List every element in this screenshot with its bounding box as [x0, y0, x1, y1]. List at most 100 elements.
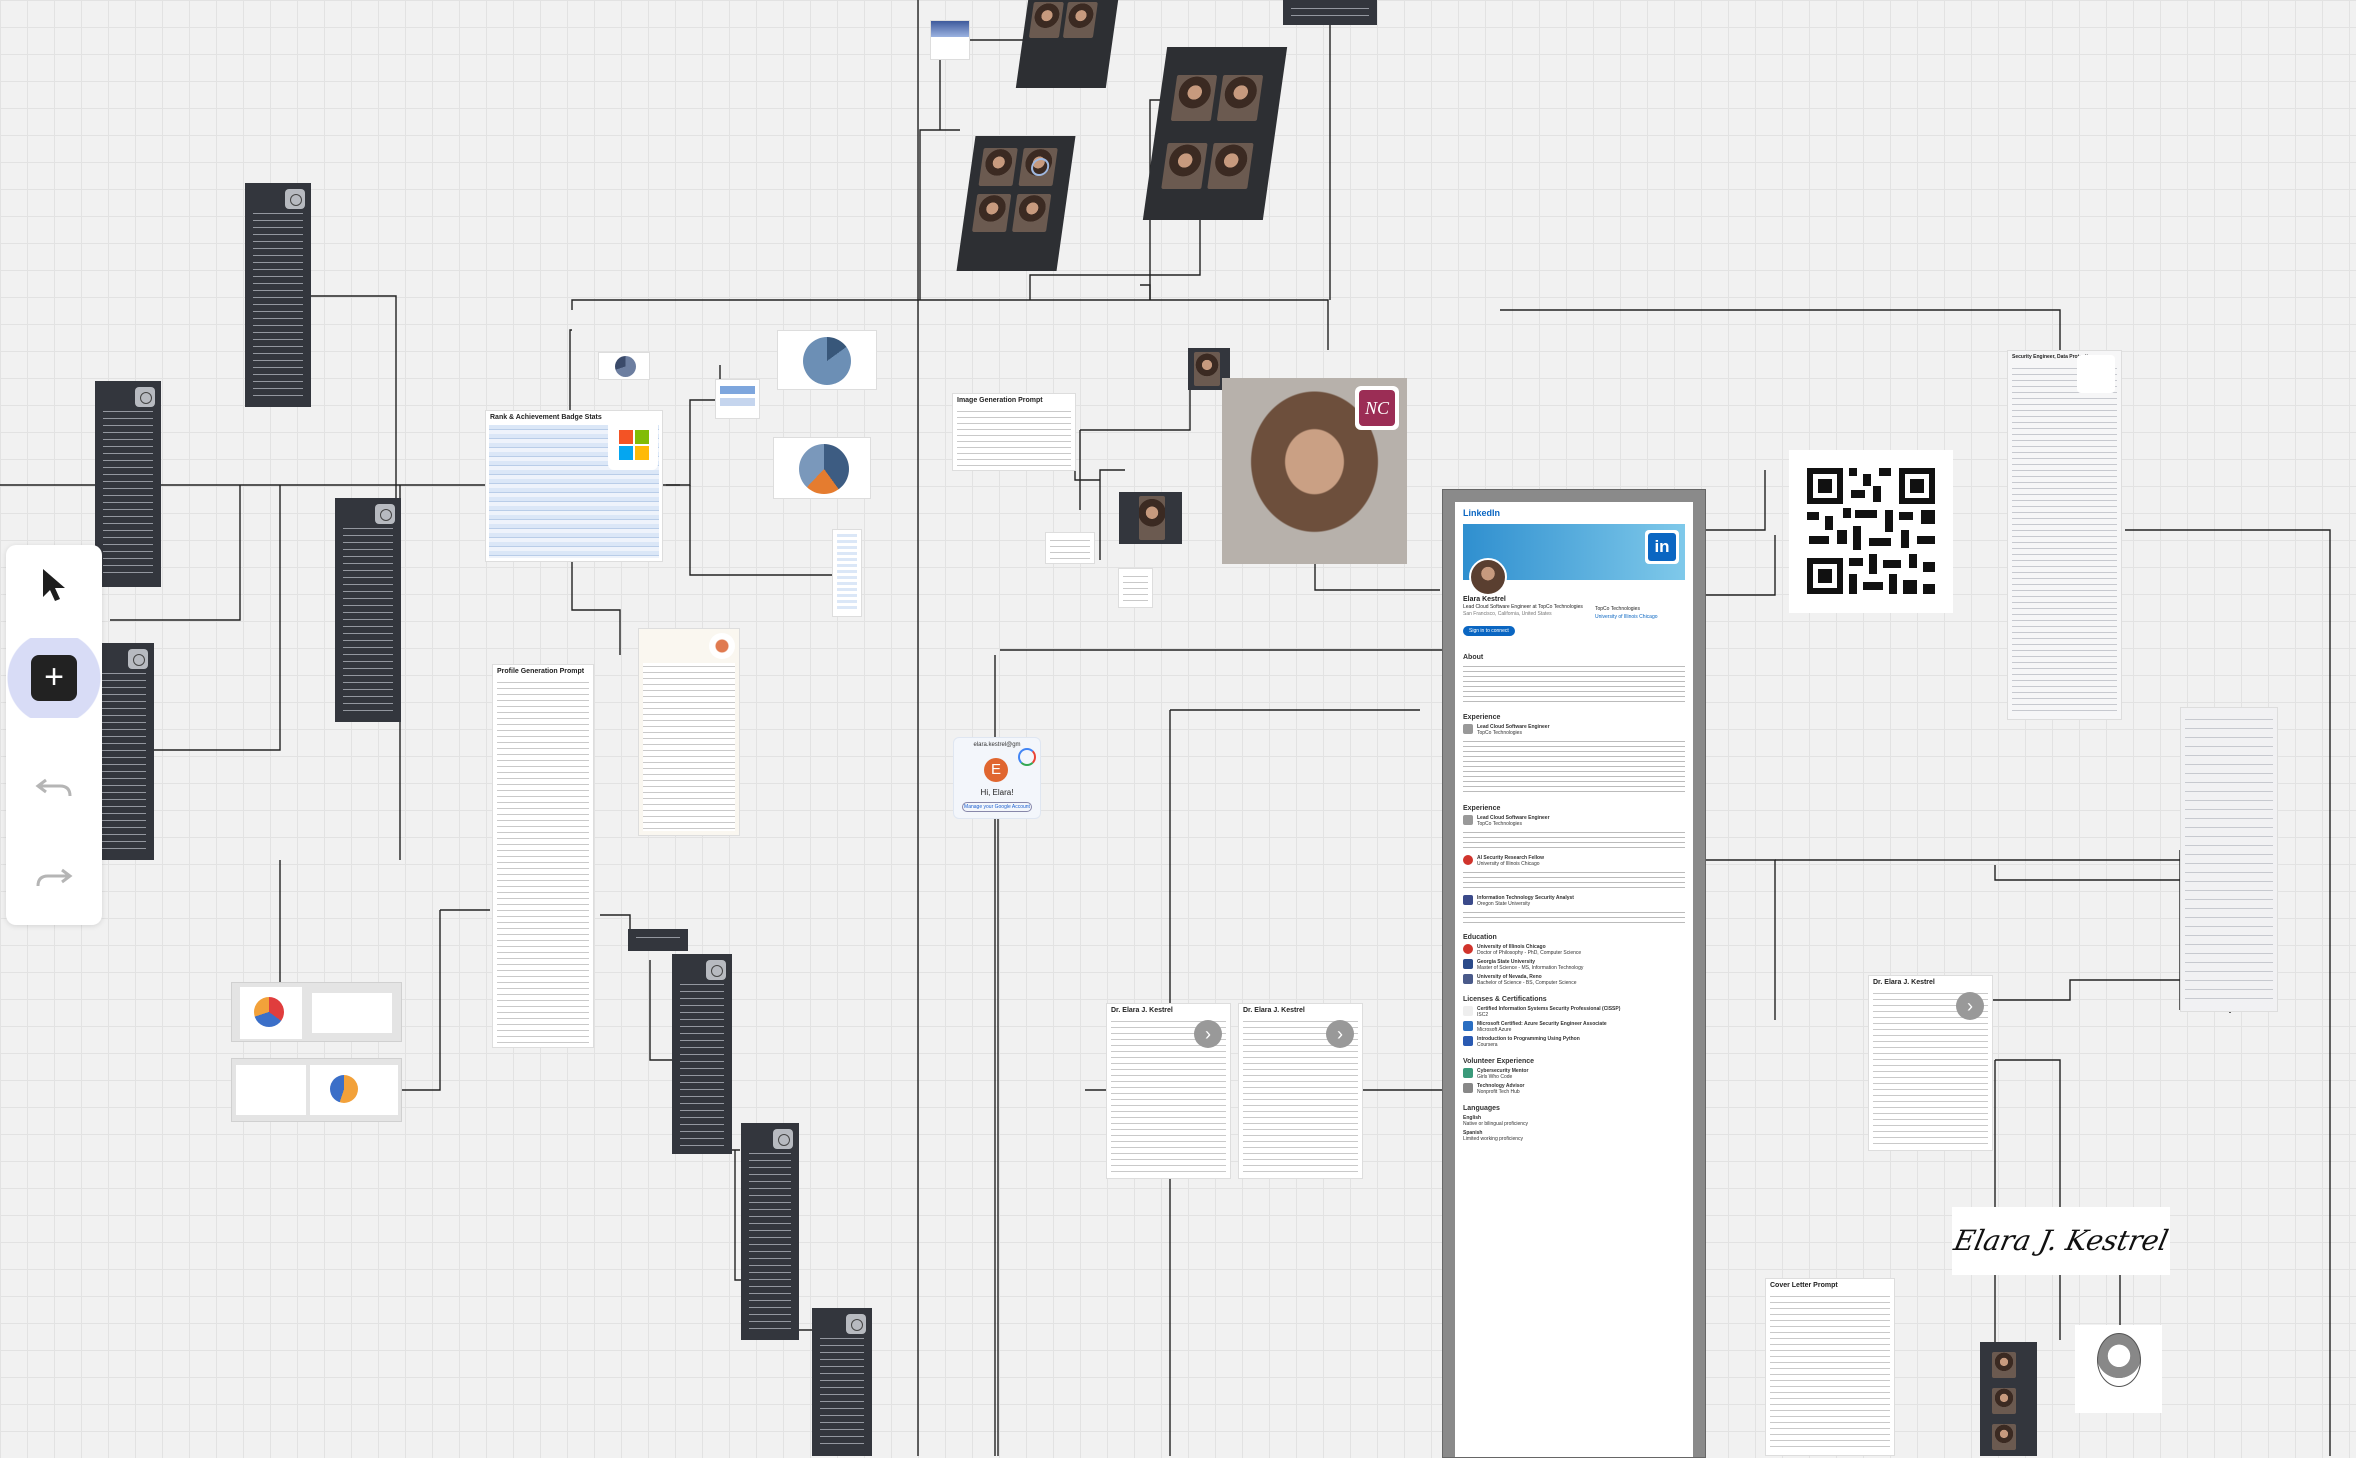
- openai-icon: [773, 1129, 793, 1149]
- manage-account-button[interactable]: Manage your Google Account: [962, 802, 1032, 812]
- form-doc-node[interactable]: [2180, 707, 2278, 1012]
- education-item: University of Nevada, Reno Bachelor of Sc…: [1463, 974, 1685, 986]
- signature-node[interactable]: Elara J. Kestrel: [1952, 1207, 2170, 1275]
- dark-code-node[interactable]: [672, 954, 732, 1154]
- google-g-icon: [1018, 748, 1036, 766]
- cover-letter-prompt-node[interactable]: Cover Letter Prompt: [1765, 1278, 1895, 1456]
- profile-prompt-node[interactable]: Profile Generation Prompt: [492, 664, 594, 1048]
- canvas-toolbar: +: [6, 545, 102, 925]
- redo-icon: [36, 868, 73, 887]
- openai-icon: [285, 189, 305, 209]
- dark-code-node[interactable]: [335, 498, 401, 722]
- add-node-button[interactable]: +: [6, 638, 102, 718]
- profile-name: Elara Kestrel: [1463, 596, 1506, 603]
- connect-button[interactable]: Sign in to connect: [1463, 626, 1515, 636]
- experience-item: Lead Cloud Software Engineer TopCo Techno…: [1463, 724, 1685, 736]
- pie-chart-node[interactable]: [598, 352, 650, 380]
- next-arrow-icon[interactable]: ›: [1326, 1020, 1354, 1048]
- experience-heading: Experience: [1463, 714, 1501, 721]
- small-note-node[interactable]: [1045, 532, 1095, 564]
- select-tool-button[interactable]: [6, 545, 102, 625]
- experience-heading: Experience: [1463, 805, 1501, 812]
- claude-icon: [709, 633, 735, 659]
- undo-button[interactable]: [6, 747, 102, 827]
- portrait-grid-node[interactable]: [956, 136, 1076, 271]
- next-arrow-icon[interactable]: ›: [1956, 992, 1984, 1020]
- profile-employer: TopCo Technologies: [1595, 606, 1640, 612]
- nc-logo-text: NC: [1359, 390, 1395, 426]
- linkedin-wordmark: LinkedIn: [1463, 508, 1501, 518]
- languages-heading: Languages: [1463, 1105, 1500, 1112]
- plus-icon: +: [31, 655, 77, 701]
- dark-code-node[interactable]: [1283, 0, 1377, 25]
- portrait-thumb-strip[interactable]: [1980, 1342, 2037, 1456]
- license-item: Introduction to Programming Using Python…: [1463, 1036, 1685, 1048]
- language-item: Spanish Limited working proficiency: [1463, 1130, 1524, 1142]
- stats-table-node[interactable]: Rank & Achievement Badge Stats: [485, 410, 663, 562]
- linkedin-logo-icon: in: [1645, 530, 1679, 564]
- dark-code-node[interactable]: [245, 183, 311, 407]
- openai-icon: [128, 649, 148, 669]
- nc-logo-icon: NC: [1355, 386, 1399, 430]
- openai-icon: [375, 504, 395, 524]
- openai-icon: [846, 1314, 866, 1334]
- dark-code-node[interactable]: [812, 1308, 872, 1456]
- google-avatar: E: [984, 758, 1008, 782]
- pie-chart-node[interactable]: [773, 437, 871, 499]
- node-title: Profile Generation Prompt: [497, 668, 585, 675]
- redo-button[interactable]: [6, 837, 102, 917]
- openai-icon: [135, 387, 155, 407]
- signature-image: Elara J. Kestrel: [1952, 1224, 2170, 1257]
- qr-code-icon: [1807, 468, 1935, 594]
- portrait-thumb[interactable]: [1119, 492, 1182, 544]
- next-arrow-icon[interactable]: ›: [1194, 1020, 1222, 1048]
- avatar-sketch-node[interactable]: [2075, 1325, 2162, 1413]
- education-heading: Education: [1463, 934, 1497, 941]
- volunteer-item: Technology Advisor Nonprofit Tech Hub: [1463, 1083, 1685, 1095]
- profile-photo-node[interactable]: NC: [1222, 378, 1407, 564]
- dark-code-node[interactable]: [95, 381, 161, 587]
- google-greeting: Hi, Elara!: [980, 788, 1014, 797]
- resume-card[interactable]: Dr. Elara J. Kestrel ›: [1238, 1003, 1363, 1179]
- profile-headline: Lead Cloud Software Engineer at TopCo Te…: [1463, 604, 1583, 610]
- resume-card[interactable]: Dr. Elara J. Kestrel ›: [1868, 975, 1993, 1151]
- about-heading: About: [1463, 654, 1484, 661]
- resume-name: Dr. Elara J. Kestrel: [1873, 979, 1935, 986]
- chart-panel[interactable]: [231, 982, 402, 1042]
- experience-item: Information Technology Security Analyst O…: [1463, 895, 1685, 907]
- openai-icon: [706, 960, 726, 980]
- image-prompt-node[interactable]: Image Generation Prompt: [952, 393, 1076, 471]
- resume-name: Dr. Elara J. Kestrel: [1111, 1007, 1173, 1014]
- small-note-node[interactable]: [1118, 568, 1153, 608]
- microsoft-logo-icon: [608, 420, 658, 470]
- profile-school: University of Illinois Chicago: [1595, 614, 1658, 620]
- cursor-arrow-icon: [43, 569, 65, 601]
- volunteer-heading: Volunteer Experience: [1463, 1058, 1535, 1065]
- pie-chart-node[interactable]: [777, 330, 877, 390]
- node-title: Image Generation Prompt: [957, 397, 1043, 404]
- resume-card[interactable]: Dr. Elara J. Kestrel ›: [1106, 1003, 1231, 1179]
- education-item: University of Illinois Chicago Doctor of …: [1463, 944, 1685, 956]
- linkedin-profile-node[interactable]: LinkedIn in Elara Kestrel Lead Cloud Sof…: [1442, 489, 1706, 1458]
- license-item: Microsoft Certified: Azure Security Engi…: [1463, 1021, 1685, 1033]
- qr-code-node[interactable]: [1789, 450, 1953, 613]
- small-table-node[interactable]: [832, 529, 862, 617]
- dark-code-node[interactable]: [741, 1123, 799, 1340]
- education-item: Georgia State University Master of Scienc…: [1463, 959, 1685, 971]
- bar-chart-node[interactable]: [715, 379, 760, 419]
- google-account-card[interactable]: elara.kestrel@gm E Hi, Elara! Manage you…: [953, 737, 1041, 819]
- portrait-grid-node[interactable]: [1015, 0, 1119, 88]
- avatar: [1469, 558, 1507, 596]
- resume-name: Dr. Elara J. Kestrel: [1243, 1007, 1305, 1014]
- licenses-heading: Licenses & Certifications: [1463, 996, 1547, 1003]
- chart-panel[interactable]: [231, 1058, 402, 1122]
- volunteer-item: Cybersecurity Mentor Girls Who Code: [1463, 1068, 1685, 1080]
- chat-document-node[interactable]: [638, 628, 740, 836]
- undo-icon: [35, 778, 72, 797]
- dark-code-node[interactable]: [94, 643, 154, 860]
- experience-item: Lead Cloud Software Engineer TopCo Techno…: [1463, 815, 1685, 827]
- job-description-doc[interactable]: Security Engineer, Data Protection: [2007, 350, 2122, 720]
- dark-code-node[interactable]: [628, 929, 688, 951]
- small-note-node[interactable]: [930, 20, 970, 60]
- portrait-grid-node[interactable]: [1142, 47, 1288, 220]
